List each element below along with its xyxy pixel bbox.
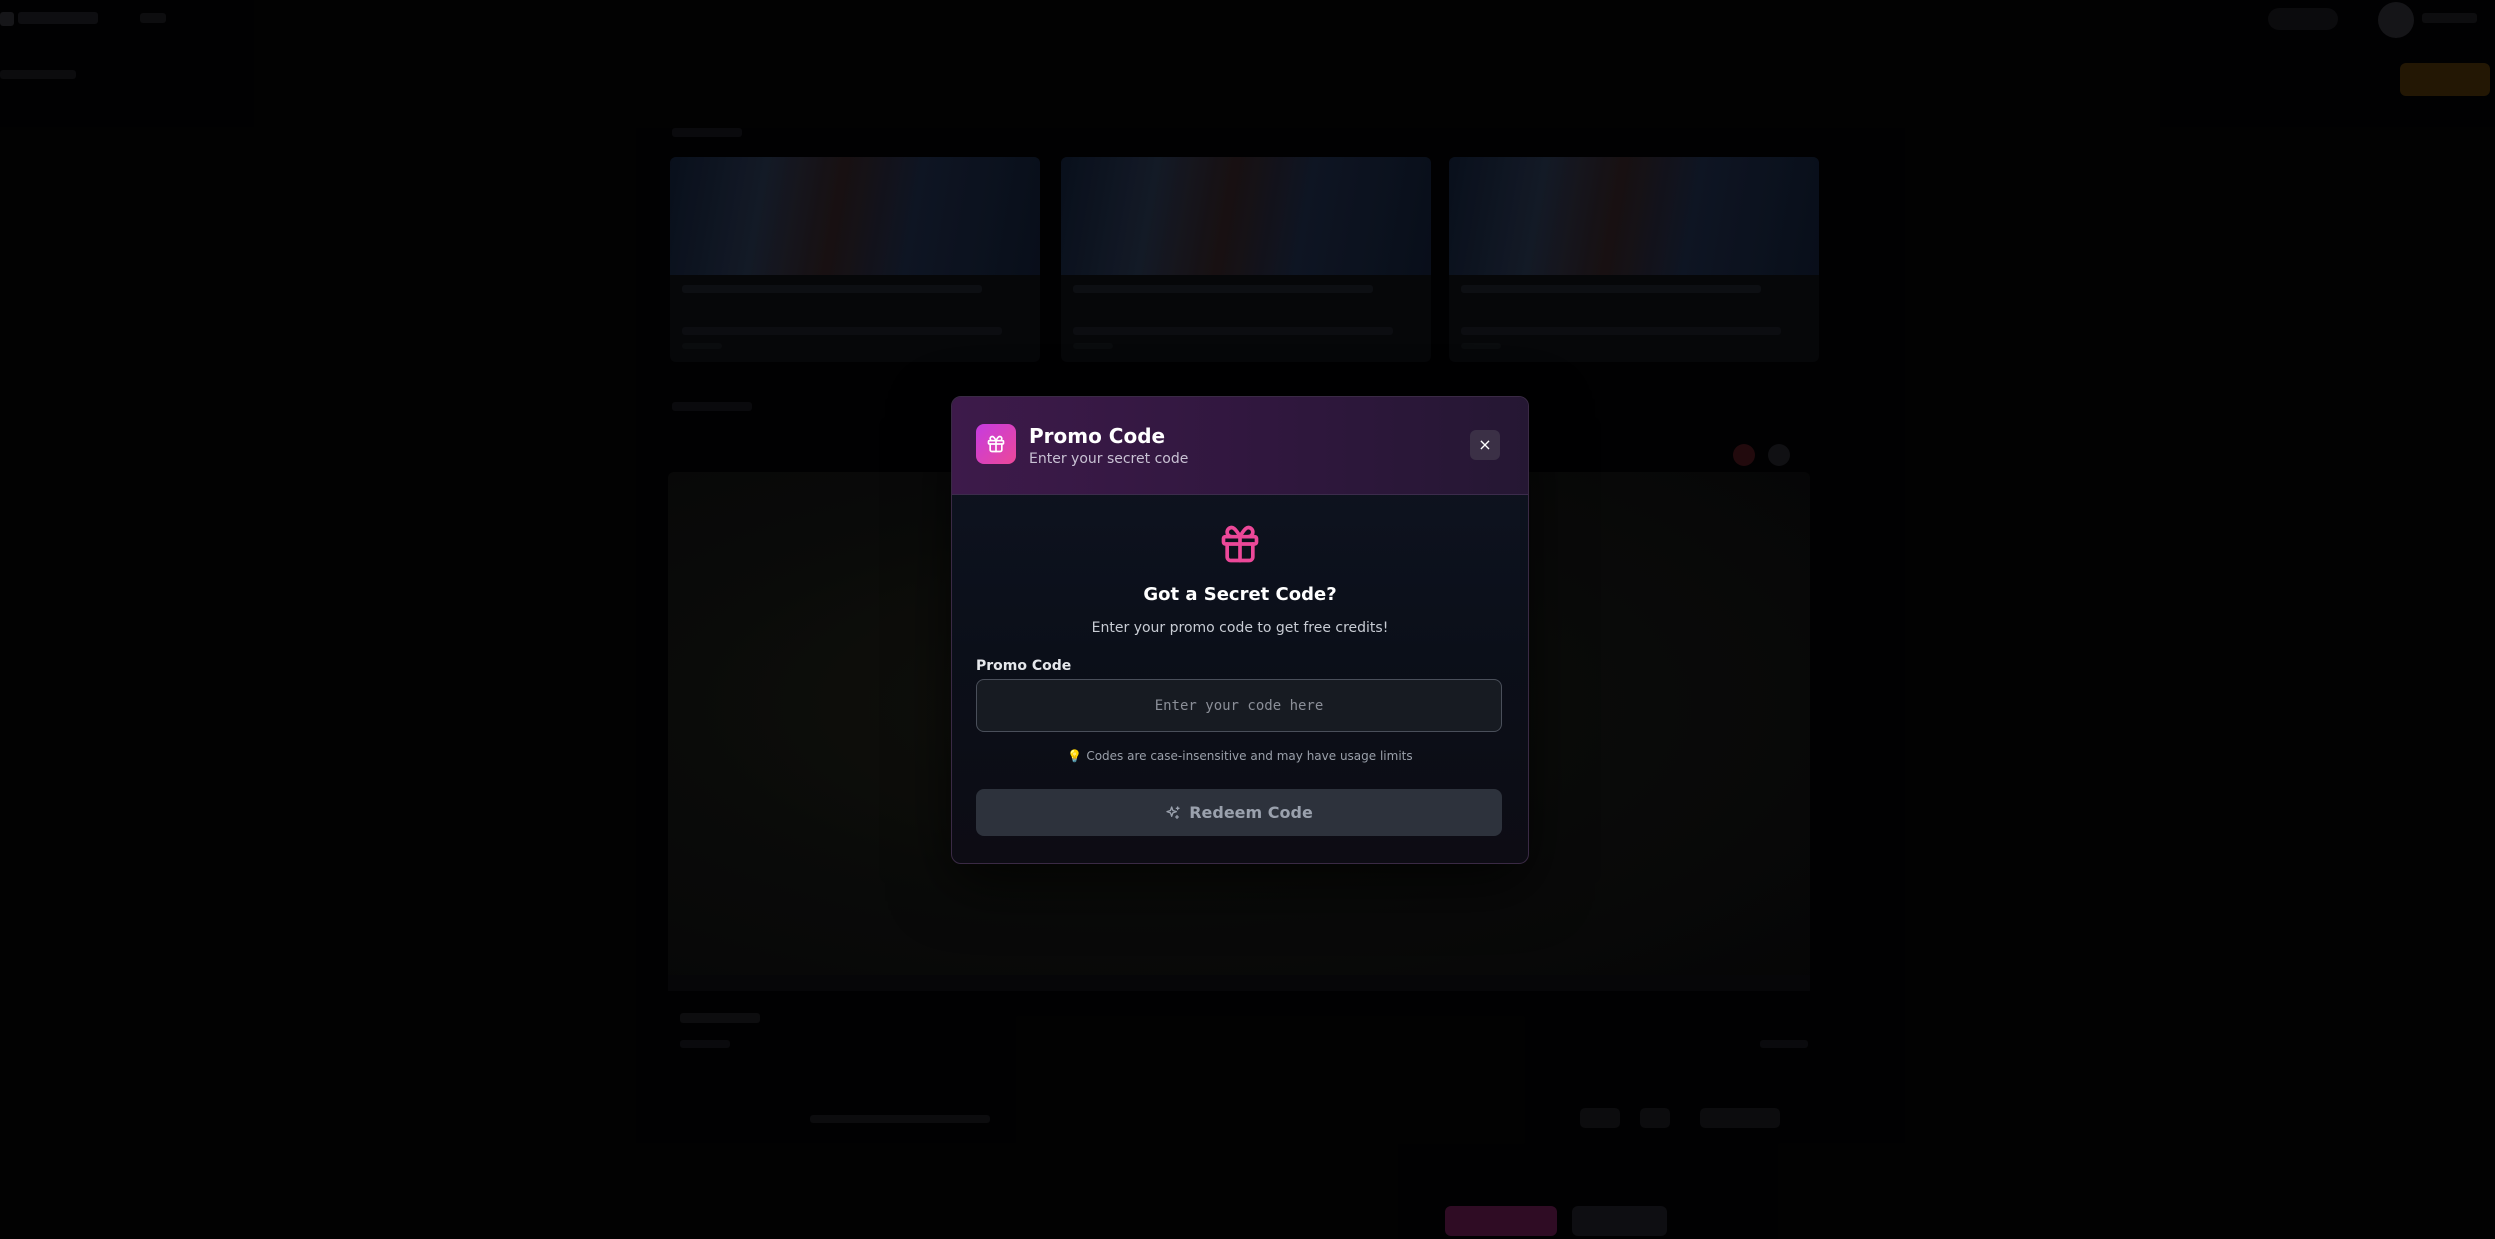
sparkles-icon	[1166, 805, 1180, 819]
redeem-label: Redeem Code	[1189, 803, 1313, 822]
promo-code-dialog: Promo Code Enter your secret code × Got …	[951, 396, 1529, 864]
dialog-title: Promo Code	[1029, 424, 1166, 448]
gift-icon	[1221, 525, 1259, 563]
dialog-header: Promo Code Enter your secret code ×	[952, 397, 1528, 495]
promo-heading: Got a Secret Code?	[1143, 584, 1337, 605]
redeem-code-button[interactable]: Redeem Code	[976, 789, 1502, 836]
gift-icon	[976, 424, 1016, 464]
promo-hint: 💡 Codes are case-insensitive and may have…	[952, 749, 1528, 763]
promo-code-label: Promo Code	[976, 658, 1072, 674]
promo-description: Enter your promo code to get free credit…	[1091, 620, 1389, 636]
promo-code-input[interactable]	[976, 679, 1502, 732]
lightbulb-icon: 💡	[1067, 749, 1083, 763]
close-button[interactable]: ×	[1470, 430, 1500, 460]
hint-text: Codes are case-insensitive and may have …	[1086, 749, 1413, 763]
dialog-subtitle: Enter your secret code	[1029, 451, 1189, 467]
